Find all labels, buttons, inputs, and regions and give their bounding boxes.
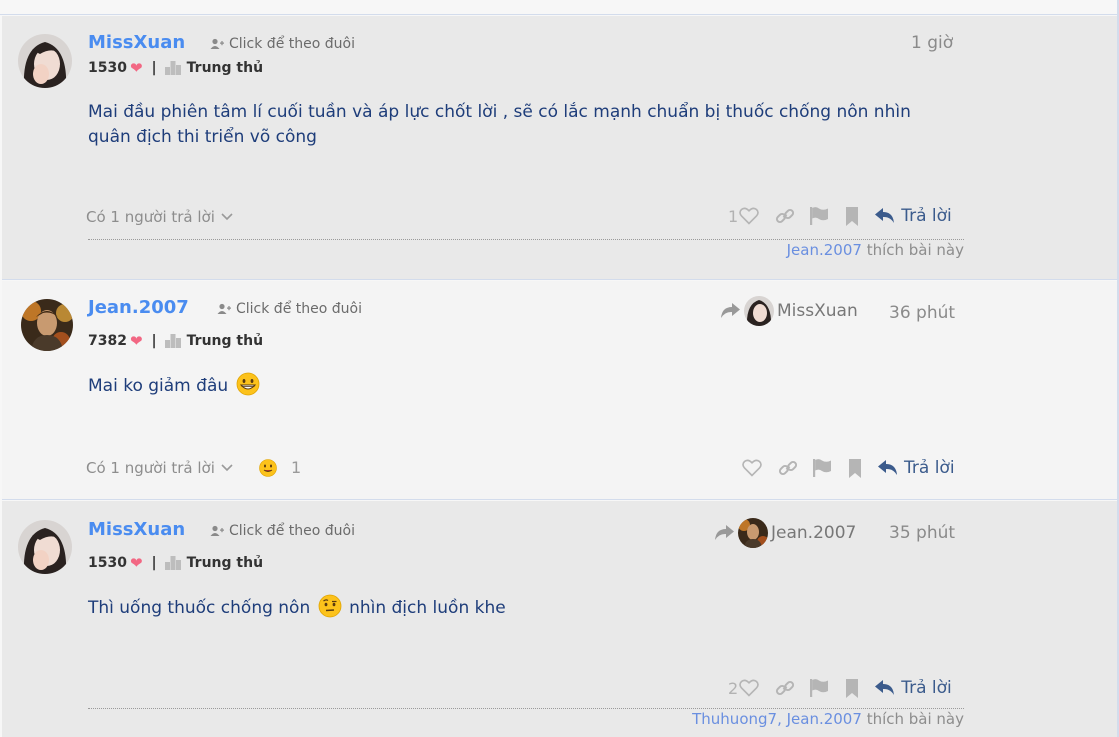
grinning-face-emoji	[236, 372, 259, 396]
content-text-after: nhìn địch luồn khe	[349, 598, 506, 618]
reaction-summary[interactable]: 1	[259, 458, 301, 477]
add-user-icon	[210, 525, 224, 536]
reply-button[interactable]: Trả lời	[875, 678, 952, 698]
liked-by: Thuhuong7, Jean.2007 thích bài này	[692, 710, 964, 728]
divider: |	[151, 333, 157, 349]
rank-icon	[164, 61, 181, 75]
flag-icon[interactable]	[812, 458, 832, 478]
post-actions: 2 Trả lời	[728, 678, 952, 698]
reply-to[interactable]: Jean.2007	[714, 518, 856, 548]
reply-to-avatar	[738, 518, 768, 548]
reply-button[interactable]: Trả lời	[878, 458, 955, 478]
rank-label: Trung thủ	[186, 333, 264, 349]
share-arrow-icon	[715, 525, 734, 540]
reply-to-name: Jean.2007	[771, 523, 857, 543]
replies-toggle[interactable]: Có 1 người trả lời	[86, 459, 233, 477]
heart-icon: ❤	[129, 59, 143, 77]
liked-by: Jean.2007 thích bài này	[787, 241, 964, 259]
replies-label: Có 1 người trả lời	[86, 459, 215, 477]
username[interactable]: MissXuan	[88, 519, 185, 540]
add-user-icon	[217, 303, 231, 314]
rank-label: Trung thủ	[186, 555, 264, 571]
content-text: Mai ko giảm đâu	[88, 376, 229, 396]
post-content: Mai ko giảm đâu	[88, 372, 262, 399]
post-content: Thì uống thuốc chống nôn nhìn địch luồn …	[88, 594, 506, 621]
share-arrow-icon	[721, 303, 740, 318]
liked-suffix: thích bài này	[866, 241, 964, 259]
raised-eyebrow-face-emoji	[318, 594, 342, 618]
divider: |	[151, 60, 157, 76]
points: 1530	[88, 555, 127, 571]
post-time: 1 giờ	[911, 33, 954, 53]
divider-line	[88, 239, 964, 240]
replies-toggle[interactable]: Có 1 người trả lời	[86, 208, 233, 226]
post-content: Mai đầu phiên tâm lí cuối tuần và áp lực…	[88, 102, 911, 147]
user-meta: 1530 ❤ | Trung thủ	[88, 59, 263, 77]
liked-user-link[interactable]: Jean.2007	[787, 241, 862, 259]
chevron-down-icon	[221, 464, 233, 472]
user-meta: 7382 ❤ | Trung thủ	[88, 332, 263, 350]
avatar[interactable]	[21, 299, 73, 351]
follow-link[interactable]: Click để theo đuôi	[217, 301, 362, 317]
avatar[interactable]	[18, 34, 72, 88]
like-count: 1	[728, 206, 739, 226]
reply-to[interactable]: MissXuan	[720, 296, 858, 326]
post-actions: Trả lời	[742, 458, 955, 478]
heart-icon: ❤	[129, 332, 143, 350]
previous-post-strip	[0, 0, 1119, 15]
reply-button[interactable]: Trả lời	[875, 206, 952, 226]
comment-post: MissXuan Click để theo đuôi 1530 ❤ | Tru…	[2, 16, 1117, 280]
divider: |	[151, 555, 157, 571]
heart-outline-icon[interactable]	[739, 207, 759, 225]
comment-post: MissXuan Click để theo đuôi 1530 ❤ | Tru…	[2, 501, 1117, 737]
user-meta: 1530 ❤ | Trung thủ	[88, 554, 263, 572]
follow-label: Click để theo đuôi	[236, 301, 362, 317]
reply-to-avatar	[744, 296, 774, 326]
liked-suffix: thích bài này	[866, 710, 964, 728]
follow-link[interactable]: Click để theo đuôi	[210, 523, 355, 539]
reply-to-name: MissXuan	[777, 301, 858, 321]
follow-label: Click để theo đuôi	[229, 36, 355, 52]
username[interactable]: MissXuan	[88, 32, 185, 53]
rank-icon	[164, 556, 181, 570]
chevron-down-icon	[221, 213, 233, 221]
reply-label: Trả lời	[901, 206, 952, 226]
flag-icon[interactable]	[809, 678, 829, 698]
bookmark-icon[interactable]	[845, 678, 859, 698]
reaction-emoji-icon	[259, 458, 277, 477]
reply-arrow-icon	[875, 208, 895, 223]
link-icon[interactable]	[775, 678, 795, 698]
follow-label: Click để theo đuôi	[229, 523, 355, 539]
post-actions: 1 Trả lời	[728, 206, 952, 226]
liked-user-links[interactable]: Thuhuong7, Jean.2007	[692, 710, 862, 728]
content-text-before: Thì uống thuốc chống nôn	[88, 598, 311, 618]
rank-icon	[164, 334, 181, 348]
like-count: 2	[728, 678, 739, 698]
follow-link[interactable]: Click để theo đuôi	[210, 36, 355, 52]
reply-label: Trả lời	[901, 678, 952, 698]
replies-label: Có 1 người trả lời	[86, 208, 215, 226]
bookmark-icon[interactable]	[845, 206, 859, 226]
points: 7382	[88, 333, 127, 349]
post-time: 35 phút	[889, 523, 956, 543]
link-icon[interactable]	[775, 206, 795, 226]
add-user-icon	[210, 38, 224, 49]
divider-line	[88, 708, 964, 709]
comment-post: Jean.2007 Click để theo đuôi 7382 ❤ | Tr…	[2, 281, 1117, 500]
link-icon[interactable]	[778, 458, 798, 478]
flag-icon[interactable]	[809, 206, 829, 226]
heart-outline-icon[interactable]	[739, 679, 759, 697]
reply-label: Trả lời	[904, 458, 955, 478]
rank-label: Trung thủ	[186, 60, 264, 76]
heart-outline-icon[interactable]	[742, 459, 762, 477]
avatar[interactable]	[18, 520, 72, 574]
reaction-count: 1	[291, 458, 302, 477]
post-time: 36 phút	[889, 303, 956, 323]
bookmark-icon[interactable]	[848, 458, 862, 478]
heart-icon: ❤	[129, 554, 143, 572]
reply-arrow-icon	[878, 460, 897, 475]
reply-arrow-icon	[875, 680, 895, 695]
username[interactable]: Jean.2007	[88, 297, 189, 318]
points: 1530	[88, 60, 127, 76]
